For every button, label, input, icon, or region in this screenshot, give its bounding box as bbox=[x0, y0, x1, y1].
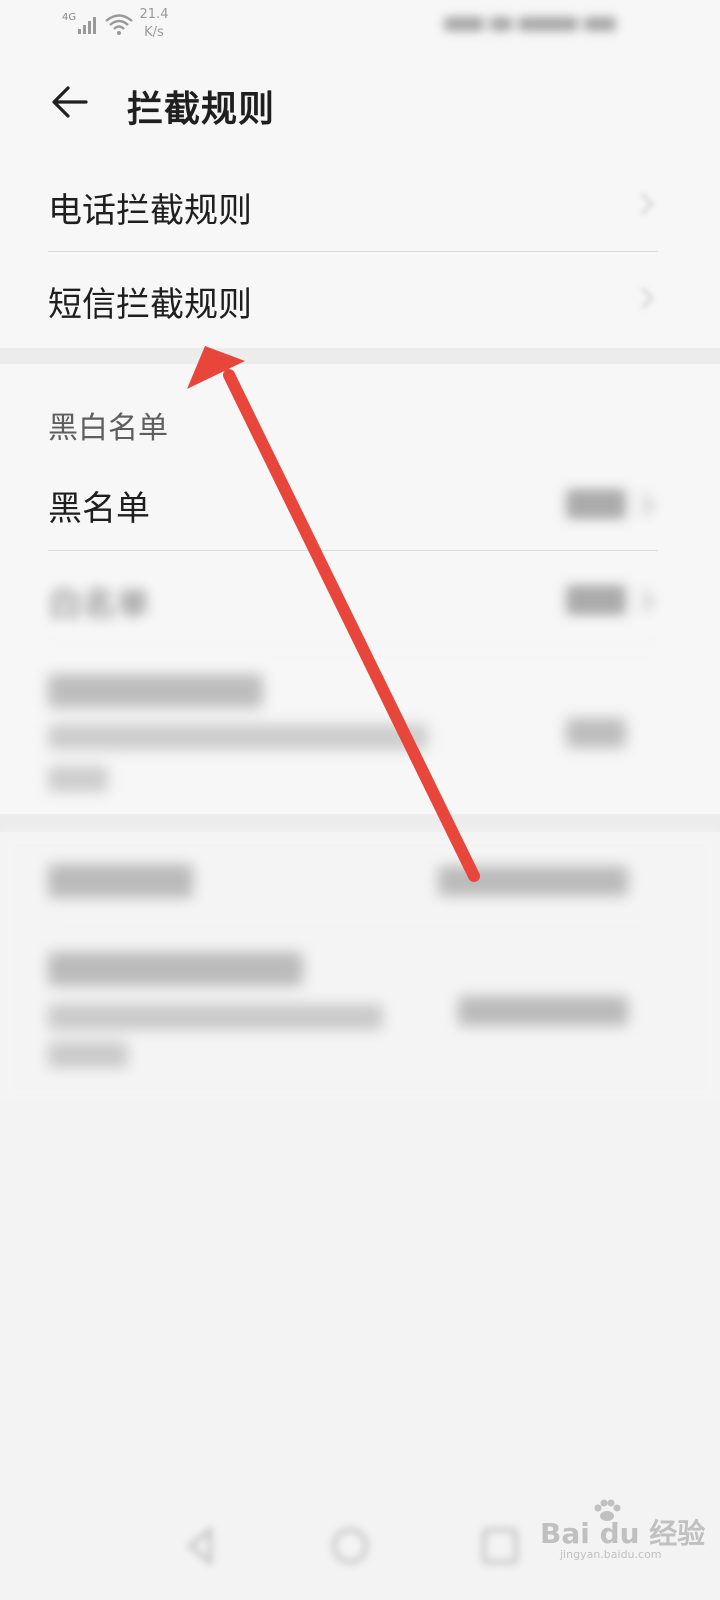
keyword-list-item[interactable] bbox=[0, 654, 720, 804]
whitelist-count bbox=[566, 585, 656, 615]
chevron-right-icon bbox=[640, 493, 655, 517]
database-update-item[interactable] bbox=[0, 932, 720, 1092]
speed-unit: K/s bbox=[144, 25, 164, 40]
baidu-jingyan-watermark: Bai du 经验 jingyan.baidu.com bbox=[540, 1499, 710, 1568]
network-type: 4G bbox=[62, 12, 77, 23]
watermark-url: jingyan.baidu.com bbox=[560, 1548, 662, 1561]
speed-value: 21.4 bbox=[139, 7, 169, 22]
keyword-list-desc bbox=[48, 724, 428, 750]
signal-icon bbox=[78, 16, 100, 34]
sms-block-rules-item[interactable]: 短信拦截规则 bbox=[0, 252, 720, 347]
wifi-icon bbox=[105, 14, 133, 35]
blacklist-count bbox=[566, 489, 656, 519]
divider bbox=[48, 550, 658, 551]
divider bbox=[48, 926, 658, 927]
whitelist-label: 白名单 bbox=[48, 585, 150, 625]
keyword-list-count bbox=[566, 718, 626, 748]
section-gap bbox=[0, 348, 720, 364]
keyword-list-title bbox=[48, 674, 263, 708]
intercept-notification-item[interactable] bbox=[0, 832, 720, 927]
intercept-settings-card bbox=[0, 832, 720, 1102]
blacklist-label: 黑名单 bbox=[48, 489, 150, 529]
blacklist-item[interactable]: 黑名单 bbox=[0, 456, 720, 551]
nav-recents-icon[interactable] bbox=[478, 1524, 522, 1568]
chevron-right-icon bbox=[640, 589, 655, 613]
chevron-right-icon bbox=[641, 193, 654, 215]
page-title: 拦截规则 bbox=[127, 89, 276, 130]
sms-block-rules-label: 短信拦截规则 bbox=[48, 285, 252, 325]
call-block-rules-label: 电话拦截规则 bbox=[48, 191, 252, 231]
network-speed: 21.4 K/s bbox=[139, 6, 169, 42]
chevron-right-icon bbox=[641, 287, 654, 309]
rules-card: 电话拦截规则 短信拦截规则 bbox=[0, 156, 720, 348]
call-block-rules-item[interactable]: 电话拦截规则 bbox=[0, 156, 720, 251]
whitelist-item[interactable]: 白名单 bbox=[0, 552, 720, 647]
nav-home-icon[interactable] bbox=[328, 1524, 372, 1568]
section-title-black-white-list: 黑白名单 bbox=[48, 411, 168, 446]
app-header: 拦截规则 bbox=[0, 56, 720, 156]
keyword-list-desc-2 bbox=[48, 766, 108, 792]
back-arrow-icon[interactable] bbox=[46, 78, 94, 126]
watermark-brand: Bai du 经验 bbox=[540, 1517, 706, 1550]
section-gap bbox=[0, 814, 720, 832]
nav-back-icon[interactable] bbox=[180, 1524, 224, 1568]
status-bar: 4G 21.4 K/s bbox=[0, 0, 720, 56]
black-white-list-card: 黑白名单 黑名单 白名单 bbox=[0, 364, 720, 814]
divider bbox=[48, 646, 658, 647]
status-right-icons bbox=[444, 14, 654, 34]
